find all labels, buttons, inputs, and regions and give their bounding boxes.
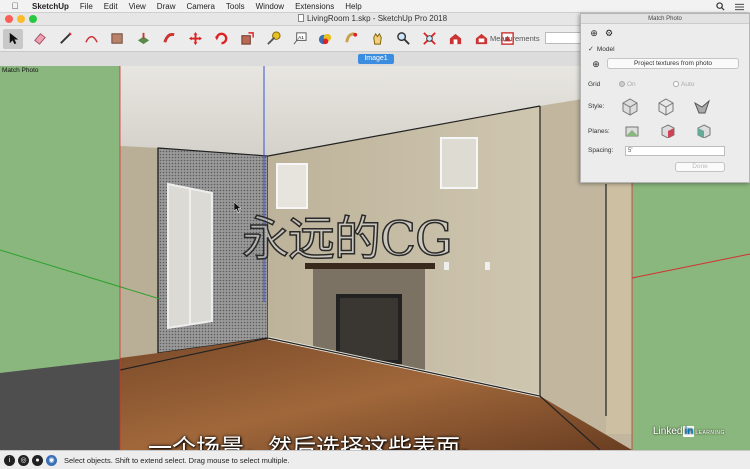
menu-file[interactable]: File <box>80 2 93 11</box>
text-tool-button[interactable]: A1 <box>289 29 309 49</box>
eraser-icon <box>33 33 46 45</box>
grid-on-radio[interactable]: On <box>619 81 636 88</box>
paint-bucket-tool-button[interactable] <box>315 29 335 49</box>
rotate-tool-button[interactable] <box>211 29 231 49</box>
grid-label: Grid <box>588 81 601 88</box>
select-icon <box>9 32 18 45</box>
zoom-extents-icon <box>422 32 436 45</box>
move-tool-button[interactable] <box>185 29 205 49</box>
style-inside-icon[interactable] <box>621 98 639 116</box>
window-title: LivingRoom 1.skp - SketchUp Pro 2018 <box>298 14 447 23</box>
follow-me-icon <box>162 33 175 43</box>
match-photo-panel: Match Photo ⊕ ⚙ ✓ Model ⊕ Project textur… <box>580 13 750 183</box>
globe-icon[interactable]: ◉ <box>46 454 57 466</box>
pan-tool-button[interactable] <box>367 29 387 49</box>
arc-icon <box>84 35 98 43</box>
search-icon[interactable] <box>716 2 725 11</box>
status-bar: i ◎ ● ◉ Select objects. Shift to extend … <box>0 450 750 469</box>
style-outside-icon[interactable] <box>657 98 675 116</box>
zoom-extents-tool-button[interactable] <box>419 29 439 49</box>
linkedin-learning-logo: Linked in LEARNING <box>653 426 725 437</box>
close-window-button[interactable] <box>5 15 13 23</box>
menu-help[interactable]: Help <box>345 2 361 11</box>
paint-bucket-icon <box>318 33 331 45</box>
plane-red-blue-icon[interactable] <box>661 124 675 138</box>
menu-draw[interactable]: Draw <box>157 2 176 11</box>
follow-me-tool-button[interactable] <box>159 29 179 49</box>
extension-warehouse-icon <box>475 33 487 45</box>
rectangle-icon <box>110 33 123 44</box>
crosshair-icon[interactable]: ⊕ <box>591 59 601 69</box>
pencil-icon <box>59 32 72 44</box>
apple-icon[interactable]:  <box>10 1 20 11</box>
model-checkbox-row[interactable]: ✓ Model <box>588 45 615 53</box>
tape-measure-tool-button[interactable] <box>263 29 283 49</box>
spacing-input[interactable]: 5' <box>625 146 725 156</box>
tape-measure-icon <box>266 31 281 45</box>
done-button[interactable]: Done <box>675 162 725 172</box>
menu-view[interactable]: View <box>129 2 146 11</box>
watermark-text: 永远的CG <box>241 211 453 268</box>
push-pull-tool-button[interactable] <box>133 29 153 49</box>
menu-list-icon[interactable] <box>735 3 744 11</box>
eraser-tool-button[interactable] <box>29 29 49 49</box>
scale-tool-button[interactable] <box>237 29 257 49</box>
viewport-label: Match Photo <box>2 67 39 74</box>
plane-red-green-icon[interactable] <box>625 124 639 138</box>
model-checkbox[interactable]: ✓ <box>588 45 595 53</box>
settings-gear-icon[interactable]: ⚙ <box>604 28 614 38</box>
menu-app-name[interactable]: SketchUp <box>32 2 69 11</box>
spacing-label: Spacing: <box>588 147 614 154</box>
minimize-window-button[interactable] <box>17 15 25 23</box>
measurements-input[interactable] <box>545 32 581 44</box>
project-textures-button[interactable]: Project textures from photo <box>607 58 739 69</box>
pencil-tool-button[interactable] <box>55 29 75 49</box>
measurements-label: Measurements <box>490 34 540 43</box>
pan-icon <box>372 32 382 45</box>
panel-title: Match Photo <box>581 14 749 24</box>
move-icon <box>188 31 202 46</box>
arc-tool-button[interactable] <box>81 29 101 49</box>
rectangle-tool-button[interactable] <box>107 29 127 49</box>
warehouse-button[interactable] <box>445 29 465 49</box>
text-icon: A1 <box>293 32 307 45</box>
info-icon[interactable]: i <box>4 454 15 466</box>
style-label: Style: <box>588 103 605 110</box>
rotate-icon <box>214 32 227 45</box>
credits-icon[interactable]: ● <box>32 454 43 466</box>
zoom-icon <box>396 32 410 45</box>
push-pull-icon <box>137 32 149 45</box>
menu-bar:  SketchUp File Edit View Draw Camera To… <box>0 0 750 13</box>
scale-icon <box>240 32 254 45</box>
menu-edit[interactable]: Edit <box>104 2 118 11</box>
warehouse-icon <box>449 33 461 45</box>
zoom-tool-button[interactable] <box>393 29 413 49</box>
maximize-window-button[interactable] <box>29 15 37 23</box>
extension-warehouse-button[interactable] <box>471 29 491 49</box>
video-subtitle: 一个场景，然后选择这些表面。 <box>148 434 484 450</box>
menu-camera[interactable]: Camera <box>186 2 214 11</box>
grid-auto-radio[interactable]: Auto <box>673 81 694 88</box>
status-text: Select objects. Shift to extend select. … <box>64 455 290 465</box>
svg-text:A1: A1 <box>298 35 304 40</box>
select-tool-button[interactable] <box>3 28 23 49</box>
scene-tab-image1[interactable]: Image1 <box>358 54 394 64</box>
menu-extensions[interactable]: Extensions <box>295 2 334 11</box>
cursor-icon <box>234 202 242 213</box>
orbit-icon <box>344 32 357 43</box>
document-icon <box>298 14 304 22</box>
menu-window[interactable]: Window <box>256 2 284 11</box>
add-photo-icon[interactable]: ⊕ <box>589 28 599 38</box>
style-object-icon[interactable] <box>693 98 711 116</box>
geolocation-icon[interactable]: ◎ <box>18 454 29 466</box>
planes-label: Planes: <box>588 128 610 135</box>
menu-tools[interactable]: Tools <box>226 2 245 11</box>
plane-green-blue-icon[interactable] <box>697 124 711 138</box>
orbit-tool-button[interactable] <box>341 29 361 49</box>
